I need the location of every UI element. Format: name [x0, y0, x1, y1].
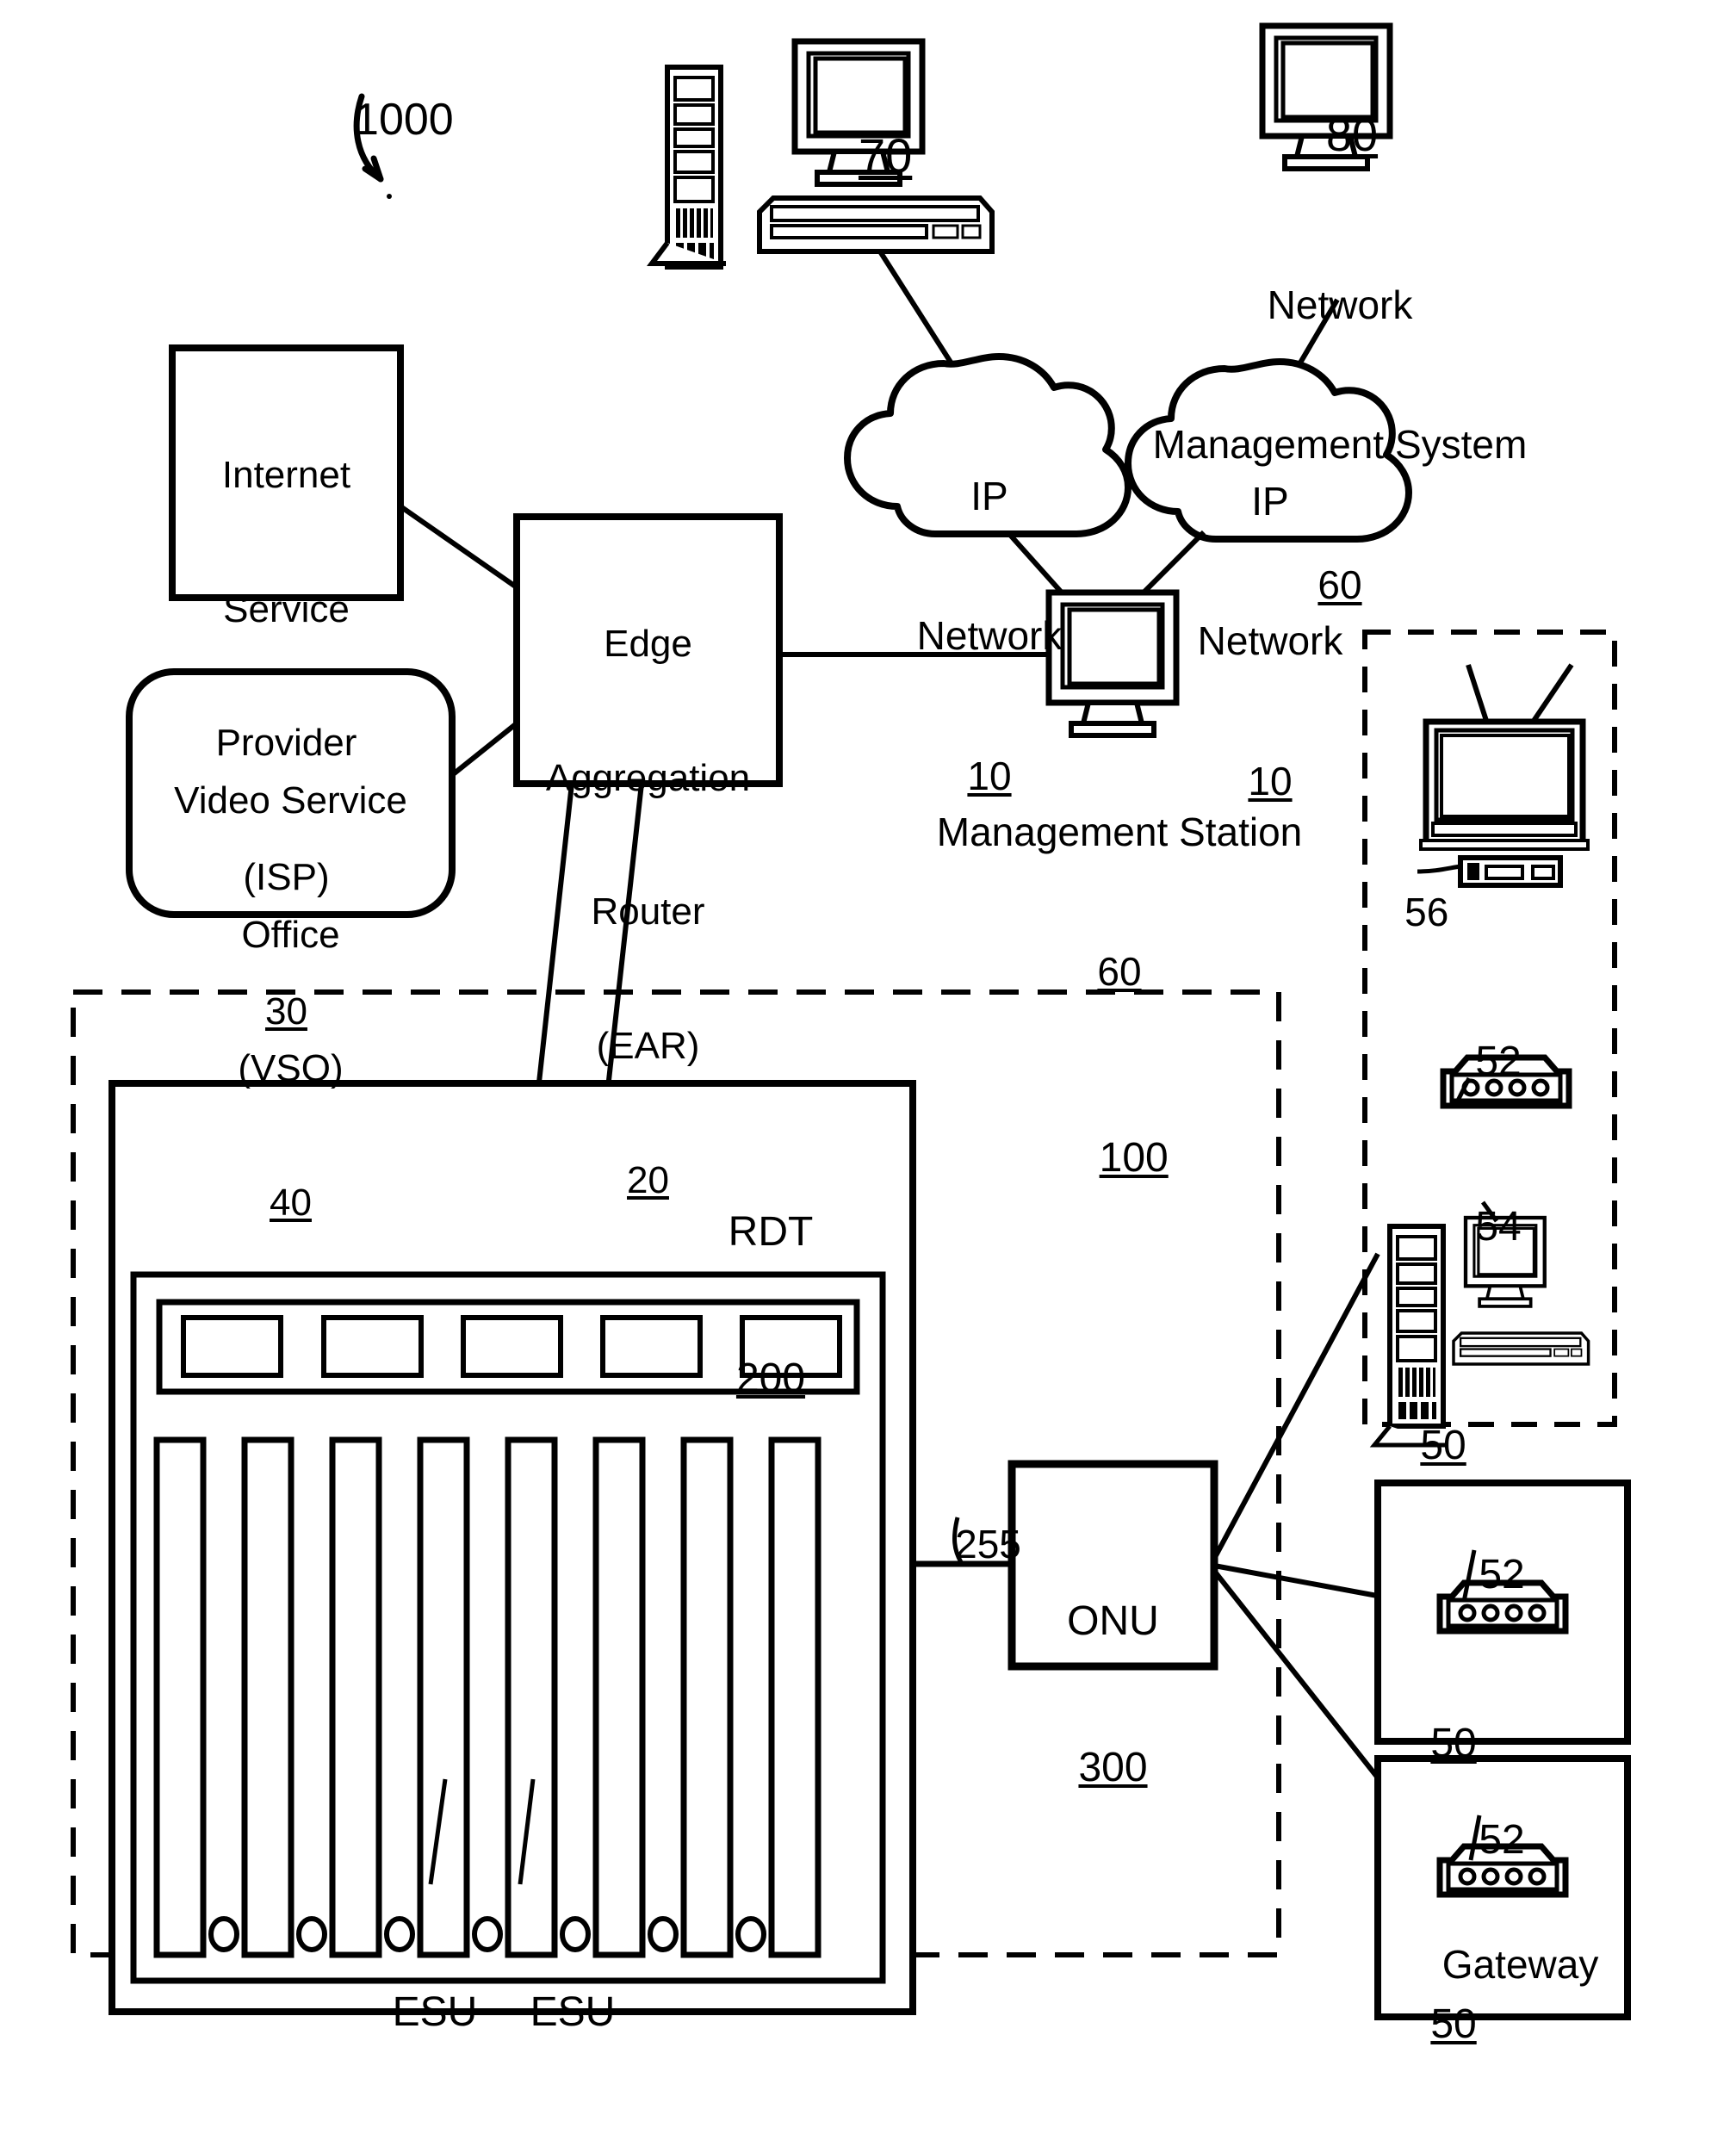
premises-bottom-ref-50: 50: [1430, 2001, 1477, 2047]
rdt-card-slot: [592, 1436, 646, 1958]
rdt-top-module: [461, 1315, 563, 1378]
rdt-card-slot: [153, 1436, 207, 1958]
premises-bottom-router-ref-52: 52: [1479, 1816, 1525, 1863]
vso-label: Video Service Office (VSO) 40: [174, 779, 407, 1224]
premises-top-pc-ref-54: 54: [1475, 1203, 1522, 1250]
rdt-card-slot-esu-left: [417, 1436, 470, 1958]
premises-top-router-ref-52: 52: [1475, 1038, 1522, 1084]
patent-figure-canvas: 1000 70 80 Network Management System 60 …: [0, 0, 1736, 2134]
premises-mid-router-ref-52: 52: [1479, 1551, 1525, 1597]
link-onu-to-premises-top-line: [1212, 1252, 1380, 1560]
access-network-ref-100: 100: [1099, 1134, 1169, 1181]
esu-right-label: ESU 250: [530, 1989, 616, 2036]
rdt-slot-indicator: [208, 1916, 239, 1952]
rdt-slot-indicator: [296, 1916, 327, 1952]
rdt-name: RDT: [728, 1209, 814, 1256]
rdt-card-slot: [241, 1436, 294, 1958]
onu-ref: 300: [1078, 1745, 1148, 1791]
link-isp-to-ear: [399, 504, 518, 590]
rdt-card-slot: [768, 1436, 822, 1958]
figure-number: 1000: [293, 41, 465, 200]
rdt-card-slot-esu-right: [505, 1436, 558, 1958]
workstation-70-screen-label: 70: [858, 128, 913, 183]
figure-number-text: 1000: [354, 95, 454, 146]
onu-name: ONU: [1067, 1598, 1159, 1645]
rdt-slot-indicator: [648, 1916, 679, 1952]
link-onu-to-premises-bottom-line: [1212, 1569, 1386, 1786]
premises-top-ref-50: 50: [1420, 1422, 1466, 1468]
esu-left-label: ESU 250: [392, 1989, 478, 2036]
link-vso-to-ear: [450, 721, 518, 778]
rdt-top-module: [321, 1315, 424, 1378]
link-workstation-to-ipnetwork-left: [877, 250, 958, 372]
rdt-slot-indicator: [735, 1916, 766, 1952]
nms-caption-line1: Network: [1267, 282, 1413, 327]
rdt-label: RDT 200: [672, 1111, 870, 1501]
rdt-card-slot: [329, 1436, 382, 1958]
management-station-label: Management Station 60: [936, 809, 1303, 995]
set-top-box-icon: [1458, 855, 1563, 888]
onu-label: ONU 300: [1012, 1500, 1214, 1890]
rdt-ref: 200: [735, 1355, 806, 1402]
rdt-card-slot: [680, 1436, 734, 1958]
rdt-top-module: [181, 1315, 283, 1378]
drop-link-ref-255: 255: [955, 1522, 1021, 1567]
premises-top-stb-ref-56: 56: [1404, 890, 1449, 935]
